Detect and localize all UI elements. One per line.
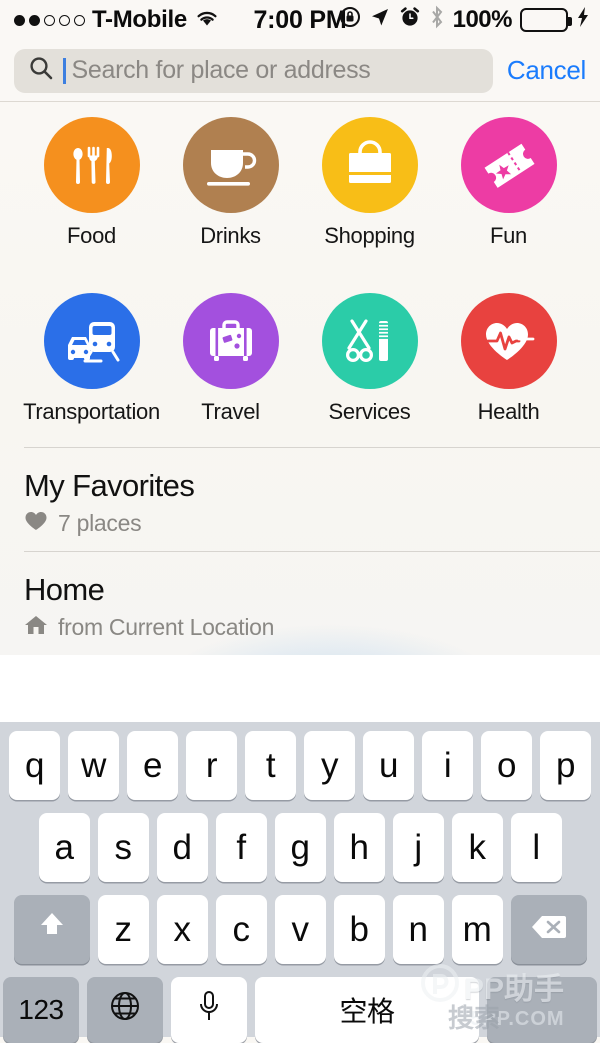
coffee-cup-icon	[182, 117, 279, 213]
shift-arrow-icon	[35, 908, 69, 951]
search-bar: Search for place or address Cancel	[0, 40, 600, 102]
on-screen-keyboard[interactable]: q w e r t y u i o p a s d f g h j k l z …	[0, 722, 600, 1043]
key-l[interactable]: l	[510, 813, 562, 882]
key-q[interactable]: q	[9, 731, 60, 800]
list-item-title: My Favorites	[24, 468, 195, 503]
keyboard-row-3: z x c v b n m	[0, 895, 600, 964]
keyboard-row-1: q w e r t y u i o p	[0, 731, 600, 800]
category-fun[interactable]: Fun	[439, 117, 578, 249]
category-services[interactable]: Services	[300, 293, 439, 425]
keyboard-row-4: 123 空格	[0, 977, 600, 1043]
search-input[interactable]: Search for place or address	[14, 48, 493, 93]
key-d[interactable]: d	[156, 813, 208, 882]
numbers-key[interactable]: 123	[3, 977, 79, 1043]
alarm-clock-icon	[399, 6, 421, 35]
list-item-subtitle: from Current Location	[58, 614, 275, 640]
shopping-bag-icon	[321, 117, 418, 213]
car-train-icon	[43, 293, 140, 389]
key-n[interactable]: n	[392, 895, 444, 964]
keyboard-row-2: a s d f g h j k l	[0, 813, 600, 882]
key-p[interactable]: p	[540, 731, 591, 800]
cancel-button[interactable]: Cancel	[507, 55, 586, 86]
category-food[interactable]: Food	[22, 117, 161, 249]
lightning-bolt-icon	[576, 6, 590, 35]
return-key[interactable]	[487, 977, 597, 1043]
backspace-key[interactable]	[510, 895, 587, 964]
content-gap	[0, 655, 600, 722]
house-icon	[24, 614, 48, 641]
dictation-key[interactable]	[171, 977, 247, 1043]
key-o[interactable]: o	[481, 731, 532, 800]
category-row-2: Transportation Travel Services Health	[0, 293, 600, 425]
category-label: Shopping	[324, 223, 415, 248]
key-m[interactable]: m	[451, 895, 503, 964]
category-label: Food	[67, 223, 116, 248]
key-y[interactable]: y	[304, 731, 355, 800]
list-item-home[interactable]: Home from Current Location	[0, 552, 600, 655]
list-item-title: Home	[24, 572, 105, 607]
globe-key[interactable]	[87, 977, 163, 1043]
category-label: Health	[477, 399, 540, 424]
list-item-subtitle: 7 places	[58, 510, 142, 536]
search-placeholder: Search for place or address	[71, 56, 371, 84]
key-g[interactable]: g	[274, 813, 326, 882]
key-a[interactable]: a	[38, 813, 90, 882]
category-drinks[interactable]: Drinks	[161, 117, 300, 249]
key-b[interactable]: b	[333, 895, 385, 964]
key-h[interactable]: h	[333, 813, 385, 882]
utensils-icon	[43, 117, 140, 213]
category-label: Travel	[201, 399, 260, 424]
text-cursor	[63, 57, 66, 84]
backspace-icon	[530, 910, 568, 950]
category-row-1: Food Drinks Shopping Fun	[0, 117, 600, 249]
scissors-comb-icon	[321, 293, 418, 389]
key-x[interactable]: x	[156, 895, 208, 964]
space-key[interactable]: 空格	[255, 977, 479, 1043]
category-shopping[interactable]: Shopping	[300, 117, 439, 249]
category-label: Services	[328, 399, 411, 424]
search-icon	[28, 55, 54, 86]
key-v[interactable]: v	[274, 895, 326, 964]
heart-pulse-icon	[460, 293, 557, 389]
key-j[interactable]: j	[392, 813, 444, 882]
search-suggestions-panel: Food Drinks Shopping Fun Transportation …	[0, 103, 600, 655]
key-c[interactable]: c	[215, 895, 267, 964]
category-health[interactable]: Health	[439, 293, 578, 425]
key-f[interactable]: f	[215, 813, 267, 882]
location-arrow-icon	[369, 6, 391, 35]
category-grid: Food Drinks Shopping Fun Transportation …	[0, 103, 600, 425]
key-z[interactable]: z	[97, 895, 149, 964]
key-u[interactable]: u	[363, 731, 414, 800]
ticket-icon	[460, 117, 557, 213]
suitcase-icon	[182, 293, 279, 389]
status-bar: T-Mobile 7:00 PM 100%	[0, 0, 600, 40]
key-k[interactable]: k	[451, 813, 503, 882]
key-i[interactable]: i	[422, 731, 473, 800]
category-transportation[interactable]: Transportation	[22, 293, 161, 425]
battery-icon	[520, 8, 572, 32]
key-e[interactable]: e	[127, 731, 178, 800]
rotation-lock-icon	[339, 6, 361, 35]
battery-percent-label: 100%	[452, 6, 513, 33]
category-travel[interactable]: Travel	[161, 293, 300, 425]
shift-key[interactable]	[13, 895, 90, 964]
globe-icon	[108, 989, 142, 1032]
key-w[interactable]: w	[68, 731, 119, 800]
list-item-my-favorites[interactable]: My Favorites 7 places	[0, 448, 600, 551]
status-bar-right: 100%	[339, 5, 590, 36]
key-s[interactable]: s	[97, 813, 149, 882]
key-t[interactable]: t	[245, 731, 296, 800]
category-label: Fun	[489, 223, 527, 248]
category-label: Transportation	[23, 399, 160, 424]
microphone-icon	[197, 989, 221, 1032]
heart-icon	[24, 510, 48, 537]
bluetooth-icon	[429, 5, 445, 36]
category-label: Drinks	[200, 223, 261, 248]
key-r[interactable]: r	[186, 731, 237, 800]
